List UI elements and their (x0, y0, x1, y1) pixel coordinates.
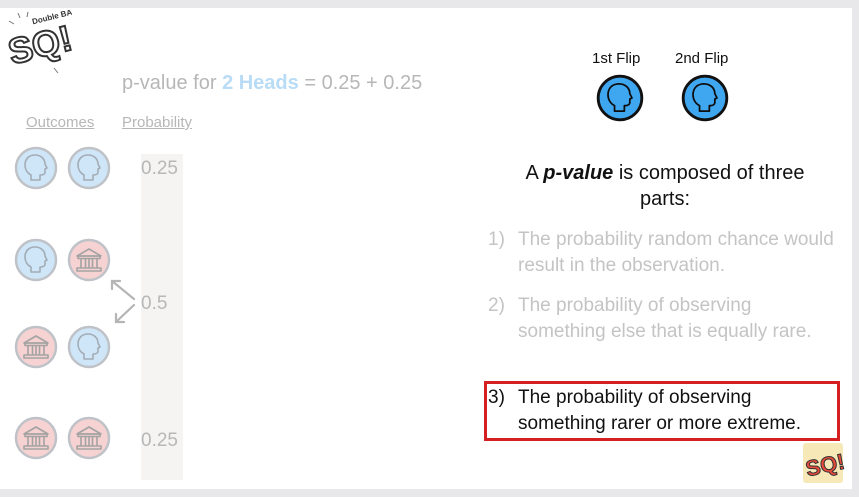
heads-icon (14, 238, 58, 282)
pvalue-description: A p-value is composed of three parts: (500, 160, 830, 212)
description-suffix: is composed of three parts: (613, 162, 805, 210)
flip-label: 2nd Flip (675, 50, 729, 67)
slide: SQ! Double BAM!! p-value for 2 Heads = 0… (0, 8, 852, 489)
flip-label: 1st Flip (592, 50, 641, 67)
pvalue-highlight: 2 Heads (222, 72, 299, 94)
statquest-logo: SQ! Double BAM!! (3, 10, 72, 73)
heads-icon (14, 146, 58, 190)
logo-text: SQ! (4, 17, 72, 72)
pvalue-suffix: = 0.25 + 0.25 (298, 72, 423, 94)
highlight-box (484, 381, 840, 441)
heads-icon (67, 325, 111, 369)
part-number: 1) (488, 229, 505, 250)
description-emphasis: p-value (543, 162, 614, 184)
outcomes-header: Outcomes (26, 114, 95, 131)
probability-value: 0.5 (141, 293, 168, 314)
pvalue-prefix: p-value for (122, 72, 223, 94)
probability-value: 0.25 (141, 430, 178, 451)
tails-icon (14, 325, 58, 369)
heads-icon (596, 74, 644, 122)
part-1: 1) The probability random chance would r… (488, 227, 838, 279)
heads-icon (681, 74, 729, 122)
heads-icon (67, 146, 111, 190)
probability-header: Probability (122, 114, 193, 131)
part-2: 2) The probability of observing somethin… (488, 293, 838, 345)
part-text: The probability of observing something e… (518, 295, 812, 342)
part-number: 2) (488, 295, 505, 316)
tails-icon (14, 416, 58, 460)
description-prefix: A (525, 162, 544, 184)
part-text: The probability random chance would resu… (518, 229, 834, 276)
combine-arrows (110, 279, 136, 324)
tails-icon (67, 416, 111, 460)
statquest-logo-small: SQ! (803, 443, 846, 483)
probability-value: 0.25 (141, 158, 178, 179)
tails-icon (67, 238, 111, 282)
pvalue-equation: p-value for 2 Heads = 0.25 + 0.25 (122, 72, 422, 95)
